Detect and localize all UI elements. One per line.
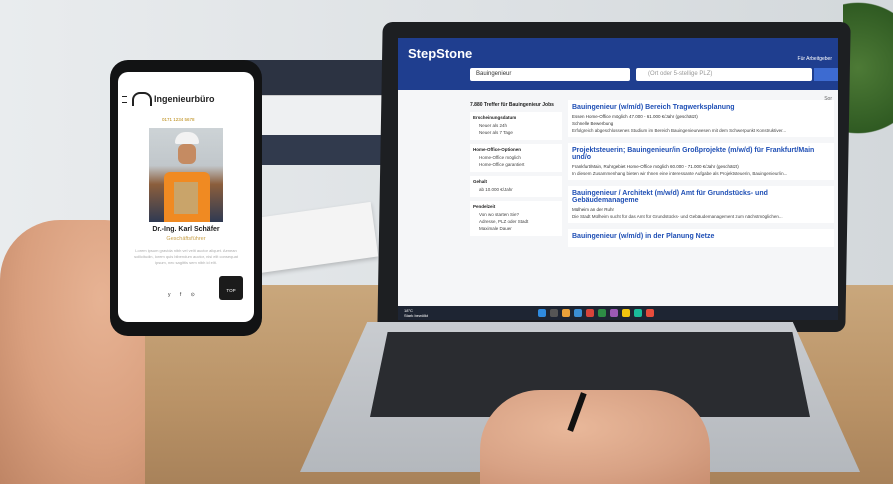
job-card[interactable]: Bauingenieur / Architekt (m/w/d) Amt für… [568, 186, 834, 223]
filter-option[interactable]: Neuer als 24h [479, 123, 559, 128]
windows-taskbar: 18°C Stark bewölkt [398, 306, 838, 320]
app-icon[interactable] [634, 309, 642, 317]
app-icon[interactable] [586, 309, 594, 317]
filter-title[interactable]: Home-Office-Optionen [473, 147, 559, 152]
job-card[interactable]: Bauingenieur (w/m/d) Bereich Tragwerkspl… [568, 100, 834, 137]
person-name: Dr.-Ing. Karl Schäfer [152, 226, 220, 233]
job-list: Bauingenieur (w/m/d) Bereich Tragwerkspl… [568, 100, 834, 253]
job-desc: Erfolgreich abgeschlossenes Studium im B… [572, 128, 787, 133]
filter-group: Pendelzeit Von wo starten Sie? Adresse, PL… [470, 201, 562, 236]
app-icon[interactable] [622, 309, 630, 317]
weather-widget[interactable]: 18°C Stark bewölkt [404, 308, 428, 318]
filter-option[interactable]: Maximale Dauer [479, 226, 559, 231]
person-role: Geschäftsführer [166, 236, 206, 242]
filter-option[interactable]: Neuer als 7 Tage [479, 130, 559, 135]
job-desc: In diesem Zusammenhang bieten wir Ihnen … [572, 171, 788, 176]
filter-title[interactable]: Gehalt [473, 179, 559, 184]
results-count: 7.880 Treffer für Bauingenieur Jobs [470, 102, 554, 108]
phone-screen: Ingenieurbüro 0171 1234 5678 Dr.-Ing. Ka… [118, 72, 254, 322]
job-title[interactable]: Bauingenieur (w/m/d) Bereich Tragwerkspl… [572, 104, 830, 111]
filter-title[interactable]: Pendelzeit [473, 204, 559, 209]
bio-text: Lorem ipsum gravida nibh vel velit aucto… [134, 248, 238, 265]
job-card[interactable]: Bauingenieur (w/m/d) in der Planung Netz… [568, 229, 834, 247]
filter-panel: Erscheinungsdatum Neuer als 24h Neuer als … [470, 112, 562, 312]
edge-icon[interactable] [574, 309, 582, 317]
social-icons[interactable]: y f ⊙ [168, 292, 199, 298]
filter-option[interactable]: Von wo starten Sie? [479, 212, 559, 217]
laptop-screen: StepStone Für Arbeitgeber Bauingenieur (… [398, 38, 838, 320]
brand-title: Ingenieurbüro [154, 94, 215, 104]
start-icon[interactable] [538, 309, 546, 317]
face [178, 144, 196, 164]
filter-title[interactable]: Erscheinungsdatum [473, 115, 559, 120]
filter-option[interactable]: Adresse, PLZ oder Stadt [479, 219, 559, 224]
job-card[interactable]: Projektsteuerin; Bauingenieur/in Großpro… [568, 143, 834, 180]
back-to-top-button[interactable]: TOP [219, 276, 243, 300]
weather-desc: Stark bewölkt [404, 313, 429, 318]
search-icon[interactable] [550, 309, 558, 317]
job-desc: Die Stadt Mülheim sucht für das Amt für … [572, 214, 783, 219]
job-title[interactable]: Bauingenieur / Architekt (m/w/d) Amt für… [572, 190, 830, 204]
app-icon[interactable] [646, 309, 654, 317]
plant [843, 0, 893, 170]
filter-group: Home-Office-Optionen Home-Office möglich H… [470, 144, 562, 172]
job-badge: Schnelle Bewerbung [572, 121, 614, 126]
job-meta: Frankfurt/Main, Ruhrgebiet Home-Office m… [572, 164, 739, 169]
taskbar-icons [538, 309, 654, 317]
filter-option[interactable]: ab 10.000 €/Jahr [479, 187, 559, 192]
app-icon[interactable] [598, 309, 606, 317]
clipboard [174, 182, 198, 214]
company-logo-icon [132, 92, 152, 106]
filter-option[interactable]: Home-Office möglich [479, 155, 559, 160]
job-meta: Mülheim an der Ruhr [572, 207, 615, 212]
search-button[interactable] [814, 68, 838, 81]
stepstone-header: StepStone Für Arbeitgeber Bauingenieur (… [398, 38, 838, 90]
filter-group: Gehalt ab 10.000 €/Jahr [470, 176, 562, 197]
job-title[interactable]: Projektsteuerin; Bauingenieur/in Großpro… [572, 147, 830, 161]
helmet [175, 132, 199, 144]
right-hand [480, 390, 710, 484]
stepstone-logo[interactable]: StepStone [408, 46, 472, 61]
employer-link[interactable]: Für Arbeitgeber [798, 56, 832, 62]
phone-number[interactable]: 0171 1234 5678 [162, 117, 195, 122]
job-title[interactable]: Bauingenieur (w/m/d) in der Planung Netz… [572, 233, 830, 240]
menu-icon[interactable] [122, 96, 127, 103]
filter-group: Erscheinungsdatum Neuer als 24h Neuer als … [470, 112, 562, 140]
location-input[interactable]: (Ort oder 5-stellige PLZ) [636, 68, 812, 81]
filter-option[interactable]: Home-Office garantiert [479, 162, 559, 167]
folder-icon[interactable] [562, 309, 570, 317]
job-search-input[interactable]: Bauingenieur [470, 68, 630, 81]
job-meta: Essen Home-Office möglich 47.000 - 61.00… [572, 114, 698, 119]
app-icon[interactable] [610, 309, 618, 317]
